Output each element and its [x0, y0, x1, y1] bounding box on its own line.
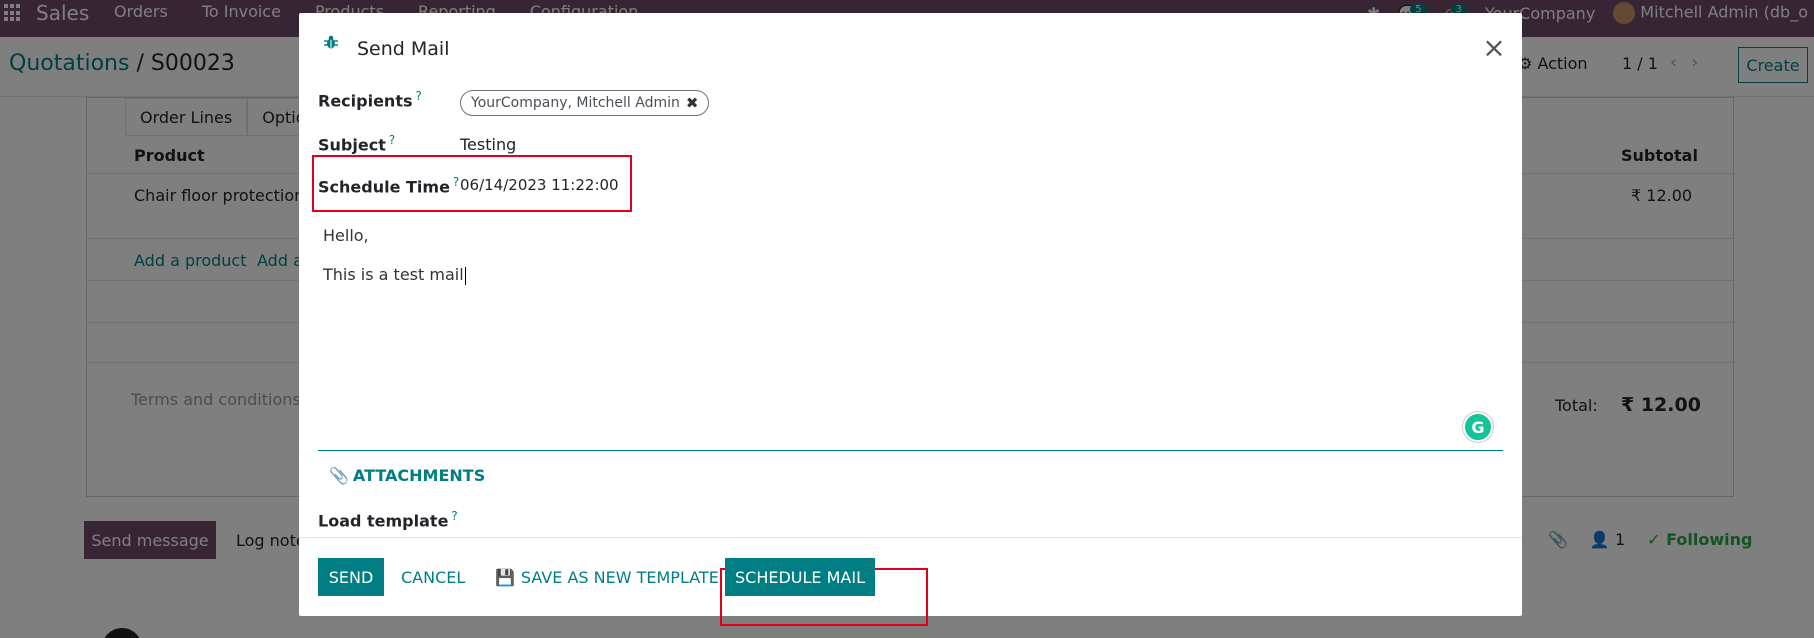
close-icon[interactable]: × — [1482, 34, 1506, 62]
cancel-button[interactable]: CANCEL — [401, 558, 465, 596]
dialog-footer: SEND CANCEL 💾 SAVE AS NEW TEMPLATE SCHED… — [299, 537, 1522, 626]
attachments-label: ATTACHMENTS — [352, 466, 486, 485]
help-icon[interactable]: ? — [416, 89, 422, 103]
body-line-text: This is a test mail — [323, 265, 466, 285]
paperclip-icon: 📎 — [329, 466, 349, 485]
help-icon[interactable]: ? — [453, 175, 459, 189]
subject-label: Subject? — [318, 133, 396, 155]
remove-tag-icon[interactable]: ✖ — [686, 94, 699, 112]
grammarly-icon[interactable]: G — [1463, 412, 1493, 442]
schedule-time-field[interactable]: 06/14/2023 11:22:00 — [460, 176, 619, 194]
text-caret — [464, 266, 466, 285]
floppy-disk-icon: 💾 — [495, 567, 515, 587]
bug-icon — [324, 35, 338, 49]
dialog-title: Send Mail — [357, 38, 450, 60]
load-template-label: Load template? — [318, 509, 458, 531]
body-line-greeting: Hello, — [323, 226, 369, 245]
save-as-template-label: SAVE AS NEW TEMPLATE — [520, 567, 719, 587]
help-icon[interactable]: ? — [389, 133, 395, 147]
recipients-label: Recipients? — [318, 89, 422, 111]
dialog-header: Send Mail × — [299, 13, 1522, 73]
send-button[interactable]: SEND — [318, 558, 384, 596]
help-icon[interactable]: ? — [451, 509, 457, 523]
recipient-tag-label: YourCompany, Mitchell Admin — [471, 95, 680, 111]
attachments-button[interactable]: 📎 ATTACHMENTS — [329, 466, 485, 485]
mail-body-editor[interactable]: Hello, This is a test mail G — [318, 218, 1503, 451]
schedule-mail-button[interactable]: SCHEDULE MAIL — [725, 558, 875, 596]
recipient-tag[interactable]: YourCompany, Mitchell Admin ✖ — [460, 90, 710, 116]
send-mail-dialog: Send Mail × Recipients? YourCompany, Mit… — [299, 13, 1522, 626]
schedule-time-label: Schedule Time? — [318, 175, 460, 197]
save-as-template-button[interactable]: 💾 SAVE AS NEW TEMPLATE — [495, 558, 719, 596]
subject-field[interactable]: Testing — [460, 135, 516, 154]
